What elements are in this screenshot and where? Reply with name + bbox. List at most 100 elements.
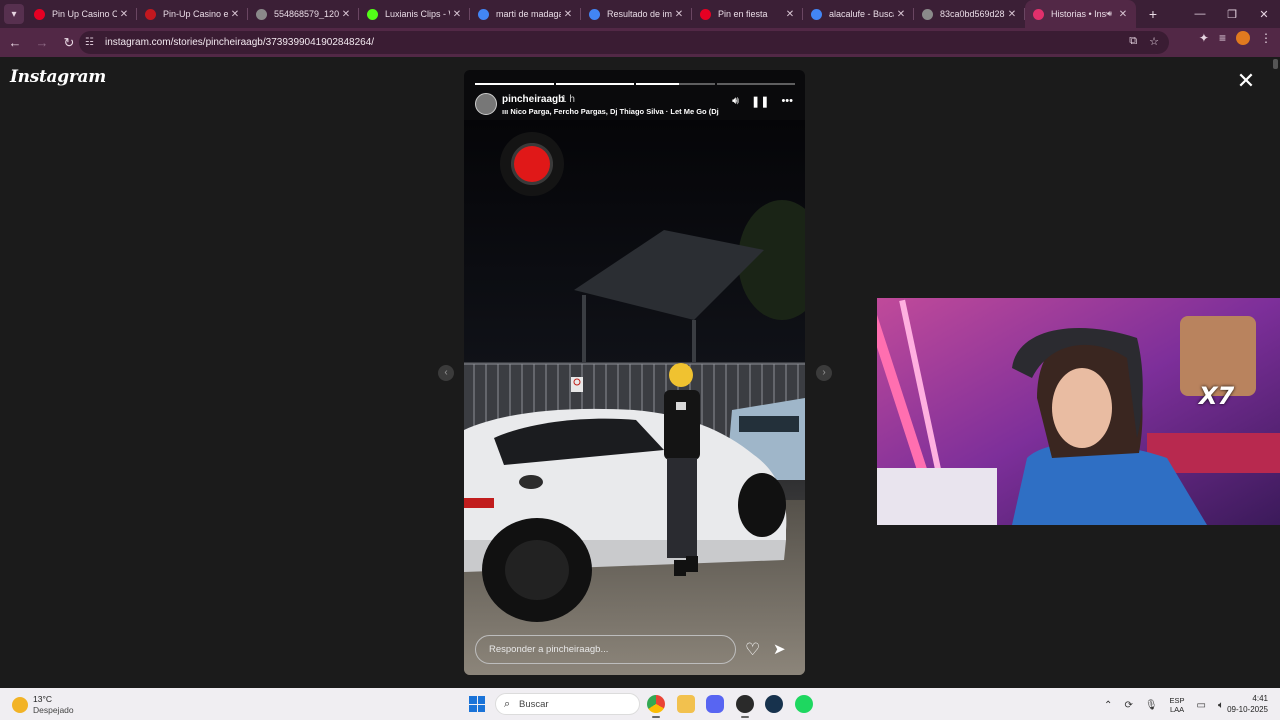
window-controls: — ❐ ✕	[1184, 0, 1280, 28]
minimize-button[interactable]: —	[1184, 0, 1216, 28]
microphone-icon[interactable]: 🎙︎	[1145, 700, 1158, 711]
send-icon[interactable]: ➤	[773, 640, 786, 658]
progress-segment	[636, 83, 715, 85]
media-controls-icon[interactable]: ≡	[1219, 31, 1226, 45]
multiplier-overlay-text: X7	[1199, 382, 1235, 410]
pinup-icon	[145, 8, 156, 20]
music-text: Nico Parga, Fercho Pargas, Dj Thiago Sil…	[510, 107, 719, 116]
tab-title: marti de madaga	[496, 9, 561, 19]
window-close-button[interactable]: ✕	[1248, 0, 1280, 28]
pause-icon[interactable]: ❚❚	[751, 95, 769, 108]
tab-strip: ▾ Pin Up Casino Chile✕Pin-Up Casino en✕5…	[0, 0, 1280, 28]
page-scrollbar[interactable]	[1273, 59, 1278, 69]
tab-close-icon[interactable]: ✕	[672, 9, 686, 20]
url-text: instagram.com/stories/pincheiraagb/37393…	[105, 37, 375, 48]
like-heart-icon[interactable]: ♡	[745, 640, 760, 660]
pinterest-icon	[700, 8, 711, 20]
tab-close-icon[interactable]: ✕	[117, 9, 131, 20]
tab-title: Luxianis Clips - W	[385, 9, 450, 19]
more-options-icon[interactable]: •••	[781, 95, 793, 108]
tab-close-icon[interactable]: ✕	[561, 9, 575, 20]
language-indicator[interactable]: ESP LAA	[1170, 696, 1185, 714]
tab-title: Resultado de imá	[607, 9, 672, 19]
browser-menu-icon[interactable]: ⋮	[1260, 31, 1272, 45]
story-username[interactable]: pincheiraagb	[502, 94, 564, 105]
progress-segment	[555, 83, 634, 85]
story-card[interactable]: pincheiraagb 1 h ııı Nico Parga, Fercho …	[464, 70, 805, 675]
story-viewer-page: Instagram ✕ ‹ › pincheiraagb 1 h ııı Nic…	[0, 57, 1280, 688]
weather-description: Despejado	[33, 705, 74, 715]
install-app-icon[interactable]: ⧉	[1129, 35, 1137, 48]
tab-close-icon[interactable]: ✕	[783, 9, 797, 20]
extensions-icon[interactable]: ✦	[1199, 31, 1209, 45]
story-timestamp: 1 h	[561, 94, 575, 105]
weather-temperature: 13°C	[33, 694, 52, 704]
instagram-logo[interactable]: Instagram	[10, 67, 106, 87]
browser-tab[interactable]: Pin en fiesta ✕	[692, 0, 803, 28]
reload-button[interactable]: ↻	[57, 31, 81, 55]
google-icon	[589, 8, 600, 20]
tab-list: Pin Up Casino Chile✕Pin-Up Casino en✕554…	[26, 0, 1136, 28]
language-code: ESP	[1169, 696, 1185, 705]
story-user-avatar[interactable]	[475, 93, 497, 115]
bookmark-star-icon[interactable]: ☆	[1149, 35, 1159, 48]
browser-tab[interactable]: 83ca0bd569d288 ✕	[914, 0, 1025, 28]
profile-avatar[interactable]	[1236, 31, 1250, 45]
tab-audio-icon[interactable]: 🔊︎	[1107, 9, 1112, 19]
progress-fill	[475, 83, 554, 85]
record-dot-icon	[514, 146, 550, 182]
tab-close-icon[interactable]: ✕	[450, 9, 464, 20]
spotify-icon[interactable]	[795, 695, 813, 713]
clock-date: 09-10-2025	[1227, 705, 1268, 714]
tab-close-icon[interactable]: ✕	[228, 9, 242, 20]
browser-tab[interactable]: Historias • Instagram🔊︎ ✕	[1025, 0, 1136, 28]
music-sticker[interactable]	[500, 132, 564, 196]
tab-close-icon[interactable]: ✕	[1005, 9, 1019, 20]
forward-button[interactable]: →	[30, 31, 54, 55]
sync-icon[interactable]: ⟳	[1124, 700, 1132, 711]
discord-icon[interactable]	[706, 695, 724, 713]
progress-segment	[716, 83, 795, 85]
close-story-button[interactable]: ✕	[1236, 70, 1256, 92]
taskbar-search[interactable]: ⌕ Buscar	[495, 693, 640, 715]
browser-tab[interactable]: alacalufe - Buscar ✕	[803, 0, 914, 28]
taskbar-clock[interactable]: 4:41 09-10-2025	[1227, 693, 1268, 715]
back-button[interactable]: ←	[3, 31, 27, 55]
browser-tab[interactable]: Luxianis Clips - W ✕	[359, 0, 470, 28]
windows-start-icon[interactable]	[469, 696, 485, 712]
search-placeholder: Buscar	[519, 699, 549, 710]
tray-chevron-icon[interactable]: ⌃	[1104, 700, 1112, 711]
app-icon[interactable]	[736, 695, 754, 718]
windows-taskbar: 13°C Despejado ⌕ Buscar ⌃ ⟳ 🎙︎ ESP LAA ▭ …	[0, 688, 1280, 720]
file-explorer-icon[interactable]	[677, 695, 695, 713]
browser-tab[interactable]: Pin Up Casino Chile✕	[26, 0, 137, 28]
tab-close-icon[interactable]: ✕	[894, 9, 908, 20]
tab-close-icon[interactable]: ✕	[339, 9, 353, 20]
browser-tab[interactable]: Resultado de imá ✕	[581, 0, 692, 28]
story-music-label[interactable]: ııı Nico Parga, Fercho Pargas, Dj Thiago…	[502, 107, 720, 116]
browser-tab[interactable]: marti de madaga ✕	[470, 0, 581, 28]
site-info-icon[interactable]: ☷	[85, 37, 101, 48]
steam-icon[interactable]	[765, 695, 783, 713]
tab-title: Historias • Instagram	[1051, 9, 1107, 19]
volume-icon[interactable]: 🔊︎	[732, 95, 739, 108]
tab-close-icon[interactable]: ✕	[1116, 9, 1130, 20]
speaker-icon[interactable]: 🔈︎	[1218, 700, 1224, 711]
progress-fill	[636, 83, 680, 85]
browser-toolbar: ← → ↻ ☷ instagram.com/stories/pincheiraa…	[0, 28, 1280, 57]
restore-button[interactable]: ❐	[1216, 0, 1248, 28]
address-bar[interactable]: ☷ instagram.com/stories/pincheiraagb/373…	[79, 31, 1169, 54]
system-tray: ⌃ ⟳ 🎙︎ ESP LAA ▭ 🔈︎	[1104, 696, 1224, 714]
chrome-icon[interactable]	[647, 695, 665, 718]
story-controls: 🔊︎ ❚❚ •••	[732, 95, 793, 108]
network-icon[interactable]: ▭	[1197, 700, 1206, 711]
reply-input[interactable]: Responder a pincheiraagb...	[475, 635, 736, 664]
next-story-arrow[interactable]: ›	[816, 365, 832, 381]
browser-tab[interactable]: Pin-Up Casino en ✕	[137, 0, 248, 28]
previous-story-arrow[interactable]: ‹	[438, 365, 454, 381]
tab-title: 83ca0bd569d288	[940, 9, 1005, 19]
new-tab-button[interactable]: +	[1142, 6, 1164, 22]
tab-search-button[interactable]: ▾	[4, 4, 24, 24]
browser-tab[interactable]: 554868579_12070✕	[248, 0, 359, 28]
progress-segment	[475, 83, 554, 85]
